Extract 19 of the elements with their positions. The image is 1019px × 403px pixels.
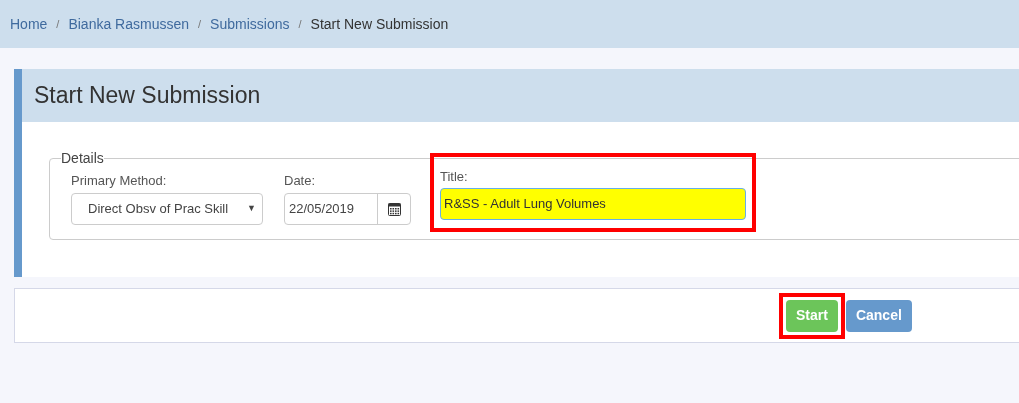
breadcrumb-separator: / xyxy=(298,16,302,32)
start-button[interactable]: Start xyxy=(786,299,838,332)
field-label: Primary Method: xyxy=(71,172,168,190)
field-label: Title: xyxy=(440,168,469,186)
calendar-icon[interactable] xyxy=(387,201,401,216)
breadcrumb-separator: / xyxy=(56,16,60,32)
breadcrumb-link[interactable]: Bianka Rasmussen xyxy=(68,13,190,35)
method-select[interactable]: Direct Obsv of Prac Skill ▼ xyxy=(71,192,263,225)
breadcrumb-current: Start New Submission xyxy=(310,14,449,34)
panel-title: Start New Submission xyxy=(34,81,261,111)
breadcrumb-link[interactable]: Submissions xyxy=(210,13,290,35)
field-label: Date: xyxy=(284,172,317,190)
title-field[interactable]: R&SS - Adult Lung Volumes xyxy=(440,187,746,220)
fieldset-legend: Details xyxy=(61,148,104,169)
breadcrumb-separator: / xyxy=(198,16,202,32)
breadcrumb-link[interactable]: Home xyxy=(10,13,48,35)
caret-icon: ▼ xyxy=(247,201,256,216)
date-field[interactable]: 22/05/2019 xyxy=(284,192,411,225)
cancel-button[interactable]: Cancel xyxy=(845,299,912,332)
